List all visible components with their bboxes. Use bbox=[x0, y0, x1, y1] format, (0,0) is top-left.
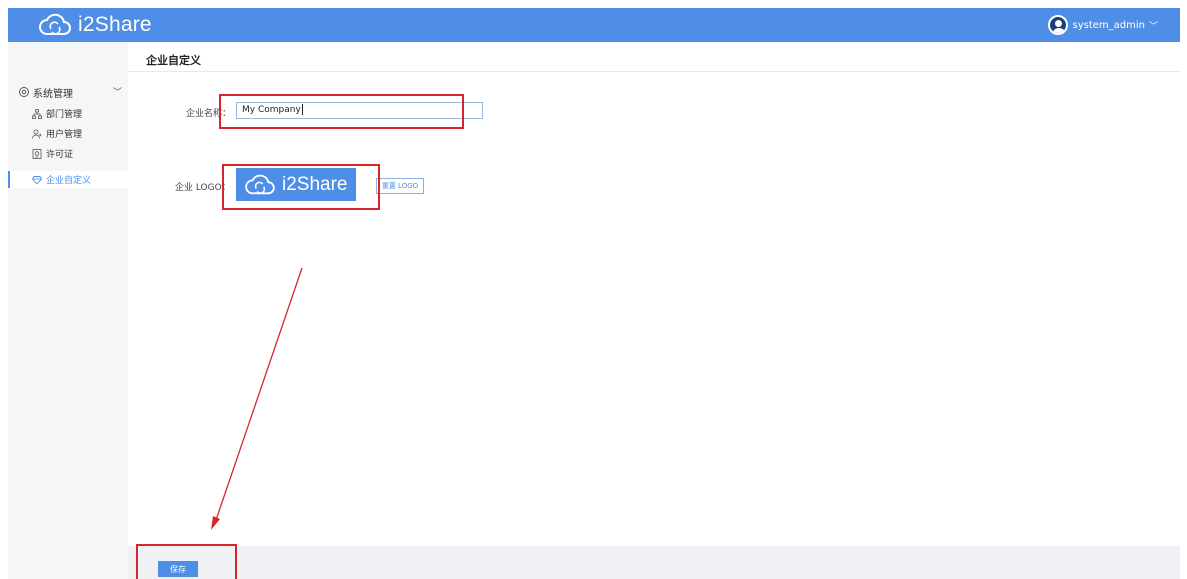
app-window: i2Share system_admin ﹀ 系统管理 ﹀ 部门管理 用户管理 … bbox=[0, 0, 1187, 579]
footer-bar bbox=[128, 546, 1180, 579]
annotation-arrow bbox=[211, 267, 303, 530]
annotation-box-save bbox=[136, 544, 237, 579]
